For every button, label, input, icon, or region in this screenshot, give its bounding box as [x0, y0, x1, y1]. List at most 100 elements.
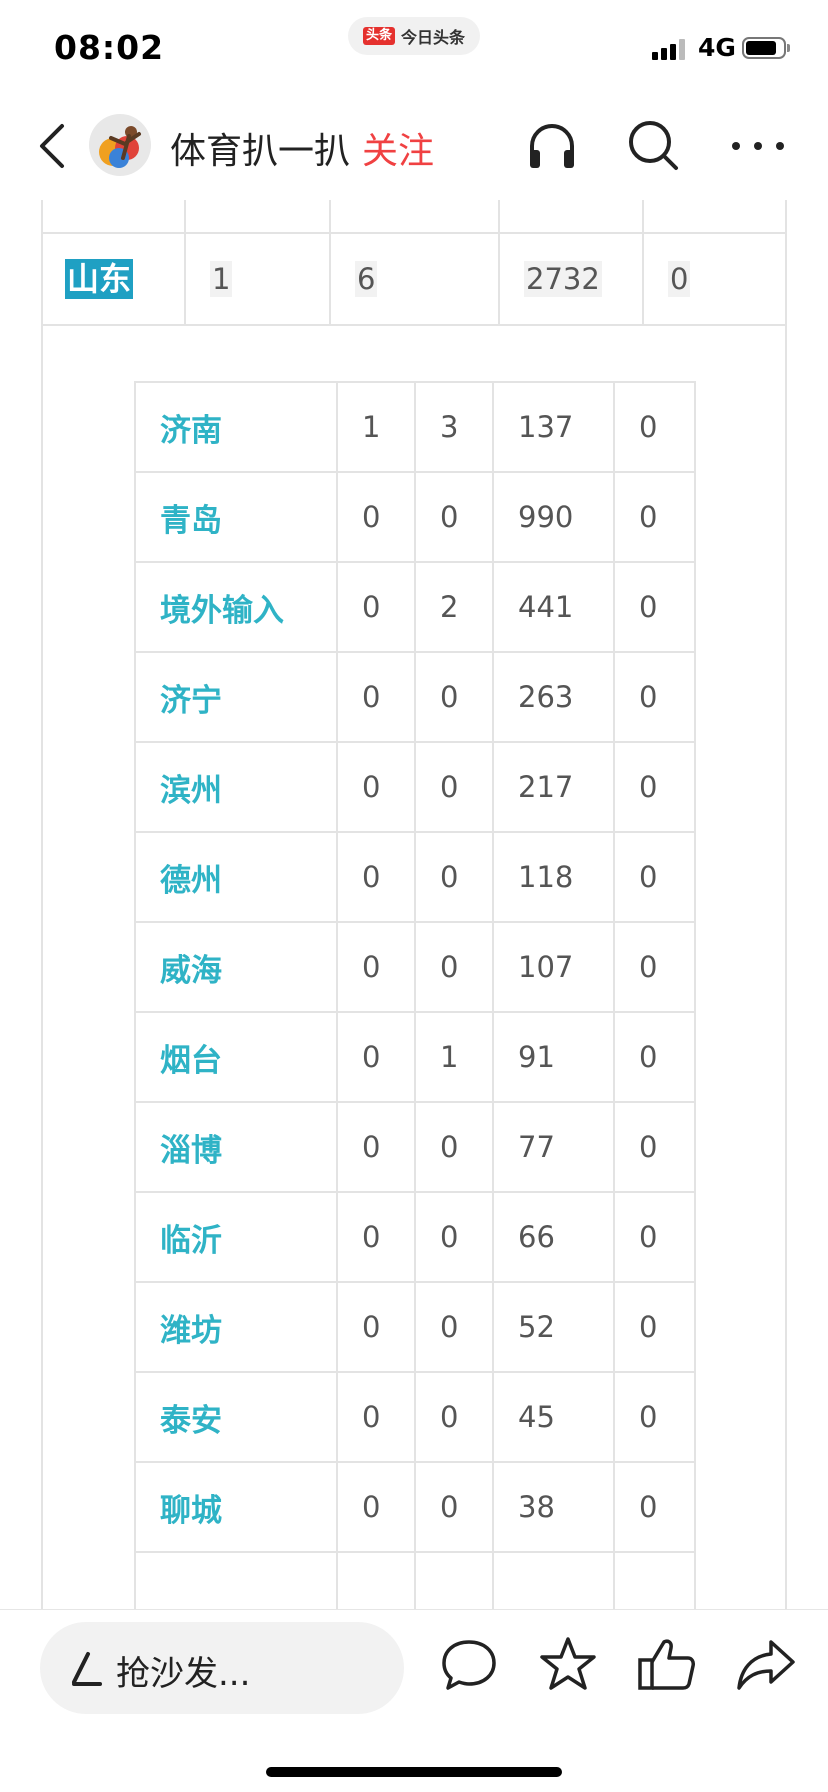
city-new-confirmed: 0	[336, 1461, 416, 1553]
share-icon[interactable]	[733, 1632, 799, 1698]
city-name[interactable]: 烟台	[134, 1011, 338, 1103]
headphones-icon[interactable]	[522, 116, 582, 176]
province-new-asymptomatic: 6	[355, 261, 378, 297]
back-icon[interactable]	[30, 120, 78, 172]
home-indicator	[266, 1767, 562, 1777]
empty-cell	[336, 1551, 416, 1610]
status-time: 08:02	[54, 28, 165, 67]
table-row: 泰安 0 0 45 0	[134, 1371, 696, 1463]
city-new-asymptomatic: 2	[414, 561, 494, 653]
city-new-confirmed: 0	[336, 651, 416, 743]
table-row: 烟台 0 1 91 0	[134, 1011, 696, 1103]
nav-bar: 体育扒一扒 关注	[0, 100, 828, 192]
comment-placeholder: 抢沙发...	[116, 1654, 251, 1694]
app-name: 今日头条	[401, 28, 466, 47]
city-new-asymptomatic: 0	[414, 1371, 494, 1463]
province-name[interactable]: 山东	[65, 259, 134, 299]
city-name[interactable]: 潍坊	[134, 1281, 338, 1373]
province-cumulative: 2732	[524, 261, 602, 297]
city-name[interactable]: 济宁	[134, 651, 338, 743]
network-type: 4G	[698, 33, 736, 62]
bottom-bar: 抢沙发...	[0, 1609, 828, 1792]
battery-icon	[742, 37, 790, 59]
table-row: 德州 0 0 118 0	[134, 831, 696, 923]
table-row: 威海 0 0 107 0	[134, 921, 696, 1013]
city-deaths: 0	[613, 1101, 696, 1193]
empty-cell	[492, 1551, 615, 1610]
table-row: 聊城 0 0 38 0	[134, 1461, 696, 1553]
city-new-confirmed: 0	[336, 471, 416, 563]
table-row: 滨州 0 0 217 0	[134, 741, 696, 833]
city-deaths: 0	[613, 381, 696, 473]
city-name[interactable]: 滨州	[134, 741, 338, 833]
signal-icon	[652, 38, 690, 60]
city-new-confirmed: 0	[336, 741, 416, 833]
city-cumulative: 77	[492, 1101, 615, 1193]
city-new-asymptomatic: 0	[414, 1191, 494, 1283]
city-new-confirmed: 0	[336, 1281, 416, 1373]
city-name[interactable]: 德州	[134, 831, 338, 923]
city-deaths: 0	[613, 471, 696, 563]
pen-icon	[68, 1648, 104, 1688]
empty-cell	[134, 1551, 338, 1610]
table-row: 淄博 0 0 77 0	[134, 1101, 696, 1193]
follow-button[interactable]: 关注	[362, 122, 434, 174]
city-new-confirmed: 0	[336, 1011, 416, 1103]
table-row: 青岛 0 0 990 0	[134, 471, 696, 563]
city-name[interactable]: 聊城	[134, 1461, 338, 1553]
city-new-asymptomatic: 0	[414, 1281, 494, 1373]
city-deaths: 0	[613, 1191, 696, 1283]
author-avatar[interactable]	[89, 114, 151, 176]
city-name[interactable]: 济南	[134, 381, 338, 473]
comment-input[interactable]: 抢沙发...	[40, 1622, 404, 1714]
more-icon[interactable]	[728, 116, 788, 176]
city-deaths: 0	[613, 1371, 696, 1463]
city-deaths: 0	[613, 651, 696, 743]
province-new-confirmed: 1	[210, 261, 233, 297]
city-name[interactable]: 青岛	[134, 471, 338, 563]
city-name[interactable]: 淄博	[134, 1101, 338, 1193]
table-row: 临沂 0 0 66 0	[134, 1191, 696, 1283]
article-content: 山东 1 6 2732 0 济南 1 3 137 0 青岛 0 0 990 0 …	[0, 200, 828, 1610]
like-icon[interactable]	[634, 1632, 700, 1698]
city-new-asymptomatic: 3	[414, 381, 494, 473]
city-cumulative: 91	[492, 1011, 615, 1103]
city-new-asymptomatic: 0	[414, 1461, 494, 1553]
city-deaths: 0	[613, 1461, 696, 1553]
city-cumulative: 441	[492, 561, 615, 653]
screen: 08:02 头条 今日头条 4G 体育扒一扒 关注 山东 1 6 2732 0 …	[0, 0, 828, 1792]
city-new-asymptomatic: 0	[414, 741, 494, 833]
city-new-asymptomatic: 0	[414, 1101, 494, 1193]
city-deaths: 0	[613, 1281, 696, 1373]
city-name[interactable]: 泰安	[134, 1371, 338, 1463]
empty-cell	[414, 1551, 494, 1610]
city-new-asymptomatic: 0	[414, 651, 494, 743]
search-icon[interactable]	[624, 116, 684, 176]
star-icon[interactable]	[535, 1632, 601, 1698]
city-name[interactable]: 境外输入	[134, 561, 338, 653]
city-new-confirmed: 0	[336, 1101, 416, 1193]
author-name[interactable]: 体育扒一扒	[170, 122, 350, 174]
city-deaths: 0	[613, 741, 696, 833]
comment-icon[interactable]	[436, 1632, 502, 1698]
province-row: 山东 1 6 2732 0	[41, 232, 787, 326]
city-name[interactable]: 临沂	[134, 1191, 338, 1283]
return-to-app-pill[interactable]: 头条 今日头条	[348, 17, 480, 55]
city-new-confirmed: 0	[336, 561, 416, 653]
city-deaths: 0	[613, 831, 696, 923]
city-new-asymptomatic: 0	[414, 471, 494, 563]
city-new-confirmed: 0	[336, 1191, 416, 1283]
status-bar: 08:02 头条 今日头条 4G	[0, 0, 828, 90]
province-deaths: 0	[668, 261, 691, 297]
city-deaths: 0	[613, 921, 696, 1013]
city-cumulative: 263	[492, 651, 615, 743]
city-deaths: 0	[613, 561, 696, 653]
app-badge: 头条	[362, 27, 395, 45]
city-new-confirmed: 1	[336, 381, 416, 473]
city-name[interactable]: 威海	[134, 921, 338, 1013]
city-new-confirmed: 0	[336, 921, 416, 1013]
city-table: 济南 1 3 137 0 青岛 0 0 990 0 境外输入 0 2 441 0 济宁 0 0 263 0 滨州 0 0 21…	[134, 381, 696, 1610]
city-cumulative: 137	[492, 381, 615, 473]
city-cumulative: 52	[492, 1281, 615, 1373]
city-new-asymptomatic: 0	[414, 831, 494, 923]
